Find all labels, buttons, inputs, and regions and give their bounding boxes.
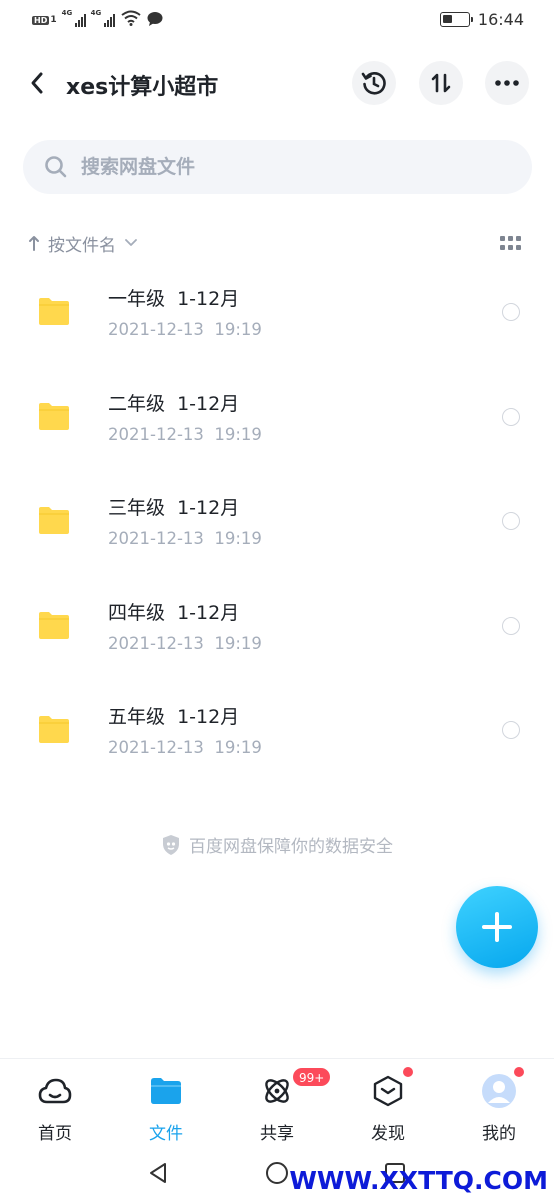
sort-label: 按文件名 bbox=[48, 235, 116, 256]
system-home-button[interactable] bbox=[264, 1160, 290, 1186]
nav-label: 文件 bbox=[149, 1124, 183, 1144]
select-checkbox[interactable] bbox=[502, 407, 520, 426]
plus-icon bbox=[482, 912, 512, 942]
add-button[interactable] bbox=[456, 886, 538, 968]
hd-indicator: HD 1 bbox=[32, 15, 57, 25]
select-checkbox[interactable] bbox=[502, 303, 520, 321]
folder-icon bbox=[39, 402, 69, 430]
file-date: 2021-12-13 19:19 bbox=[108, 738, 262, 757]
header: xes计算小超市 bbox=[0, 60, 554, 106]
select-checkbox[interactable] bbox=[502, 512, 520, 530]
folder-icon bbox=[39, 507, 69, 534]
nav-label: 首页 bbox=[38, 1124, 72, 1144]
circle-home-icon bbox=[266, 1162, 288, 1184]
more-dots-icon bbox=[495, 80, 519, 86]
nav-item-home[interactable]: 首页 bbox=[0, 1059, 110, 1151]
notification-dot bbox=[514, 1067, 524, 1077]
search-bar[interactable] bbox=[23, 140, 532, 194]
signal-icon: 4G bbox=[62, 9, 86, 27]
sort-selector[interactable]: 按文件名 bbox=[28, 230, 138, 256]
file-row[interactable]: 二年级 1-12月 2021-12-13 19:19 bbox=[0, 367, 554, 472]
arrow-up-icon bbox=[29, 236, 39, 251]
cube-discover-icon bbox=[370, 1073, 406, 1109]
folder-icon bbox=[39, 716, 69, 743]
search-icon bbox=[43, 154, 69, 180]
cloud-home-icon bbox=[37, 1073, 73, 1109]
history-icon bbox=[361, 72, 386, 95]
nav-item-files[interactable]: 文件 bbox=[111, 1059, 221, 1151]
file-date: 2021-12-13 19:19 bbox=[108, 529, 262, 548]
bottom-nav: 首页 文件 99+ 共享 发现 我的 bbox=[0, 1058, 554, 1150]
wifi-icon bbox=[120, 10, 141, 30]
file-name: 四年级 1-12月 bbox=[108, 601, 240, 624]
page-title: xes计算小超市 bbox=[66, 75, 219, 100]
chevron-left-icon bbox=[31, 72, 43, 94]
avatar-icon bbox=[481, 1073, 517, 1109]
more-button[interactable] bbox=[485, 61, 529, 105]
history-button[interactable] bbox=[352, 61, 396, 105]
file-name: 一年级 1-12月 bbox=[108, 288, 240, 310]
nav-label: 共享 bbox=[260, 1124, 294, 1144]
nav-label: 我的 bbox=[482, 1124, 516, 1144]
file-date: 2021-12-13 19:19 bbox=[108, 633, 262, 653]
system-back-button[interactable] bbox=[145, 1160, 171, 1186]
file-list: 一年级 1-12月 2021-12-13 19:19 二年级 1-12月 202… bbox=[0, 262, 554, 785]
atom-share-icon bbox=[259, 1073, 295, 1109]
message-icon bbox=[147, 11, 163, 30]
signal-icon: 4G bbox=[91, 9, 115, 27]
battery-icon bbox=[439, 12, 473, 27]
notification-dot bbox=[403, 1067, 413, 1077]
shield-icon bbox=[163, 834, 179, 855]
safety-note: 百度网盘保障你的数据安全 bbox=[0, 832, 554, 857]
triangle-back-icon bbox=[150, 1163, 166, 1183]
sort-toggle-button[interactable] bbox=[419, 61, 463, 105]
file-name: 三年级 1-12月 bbox=[108, 497, 240, 519]
select-checkbox[interactable] bbox=[502, 616, 520, 635]
folder-icon bbox=[39, 298, 69, 325]
file-name: 五年级 1-12月 bbox=[108, 706, 240, 728]
search-input[interactable] bbox=[81, 156, 481, 178]
chevron-down-icon bbox=[125, 239, 137, 246]
folder-icon bbox=[39, 611, 69, 639]
sort-arrows-icon bbox=[431, 73, 451, 93]
file-row[interactable]: 四年级 1-12月 2021-12-13 19:19 bbox=[0, 576, 554, 681]
status-right: 16:44 bbox=[439, 10, 524, 29]
notification-badge: 99+ bbox=[292, 1067, 332, 1087]
nav-item-share[interactable]: 99+ 共享 bbox=[222, 1059, 332, 1151]
file-name: 二年级 1-12月 bbox=[108, 392, 240, 415]
view-grid-button[interactable] bbox=[500, 236, 522, 250]
status-bar: HD 1 4G 4G 16:44 bbox=[0, 0, 554, 44]
nav-label: 发现 bbox=[371, 1124, 405, 1144]
safety-text: 百度网盘保障你的数据安全 bbox=[189, 837, 393, 857]
status-left: HD 1 4G 4G bbox=[32, 9, 163, 30]
file-date: 2021-12-13 19:19 bbox=[108, 424, 262, 444]
file-row[interactable]: 一年级 1-12月 2021-12-13 19:19 bbox=[0, 262, 554, 367]
file-row[interactable]: 五年级 1-12月 2021-12-13 19:19 bbox=[0, 680, 554, 785]
select-checkbox[interactable] bbox=[502, 721, 520, 739]
clock: 16:44 bbox=[477, 10, 524, 29]
file-date: 2021-12-13 19:19 bbox=[108, 320, 262, 339]
folder-icon bbox=[148, 1073, 184, 1109]
back-button[interactable] bbox=[22, 68, 52, 98]
nav-item-me[interactable]: 我的 bbox=[444, 1059, 554, 1151]
file-row[interactable]: 三年级 1-12月 2021-12-13 19:19 bbox=[0, 471, 554, 576]
watermark: WWW.XXTTQ.COM bbox=[289, 1166, 548, 1195]
nav-item-discover[interactable]: 发现 bbox=[333, 1059, 443, 1151]
